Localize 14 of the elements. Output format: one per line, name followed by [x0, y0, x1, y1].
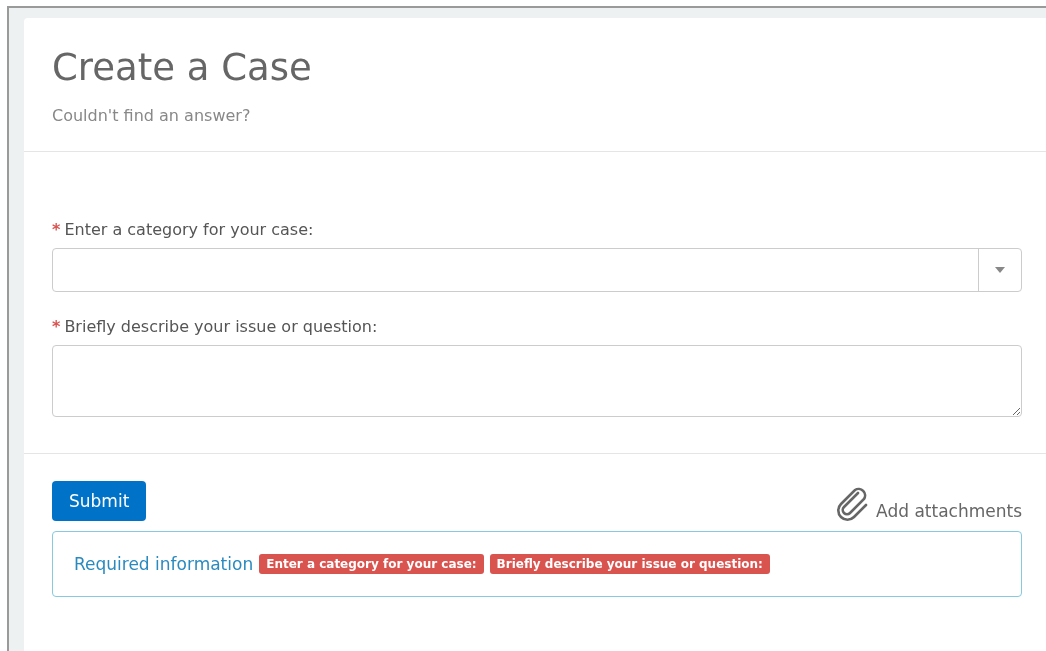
- description-field[interactable]: [52, 345, 1022, 417]
- submit-button[interactable]: Submit: [52, 481, 147, 521]
- caret-icon: [995, 267, 1005, 273]
- alert-label: Required information: [74, 554, 254, 574]
- required-asterisk: *: [52, 220, 61, 239]
- field-label: Enter a category for your case:: [64, 220, 314, 239]
- missing-field-badge: Enter a category for your case:: [259, 554, 484, 574]
- add-attachments-link[interactable]: Add attachments: [836, 487, 1022, 521]
- page-title: Create a Case: [52, 45, 313, 91]
- category-select[interactable]: [52, 248, 1022, 292]
- missing-field-badge: Briefly describe your issue or question:: [489, 554, 770, 574]
- required-asterisk: *: [52, 317, 61, 336]
- page-subtitle: Couldn't find an answer?: [52, 106, 252, 125]
- field-label: Briefly describe your issue or question:: [64, 317, 378, 336]
